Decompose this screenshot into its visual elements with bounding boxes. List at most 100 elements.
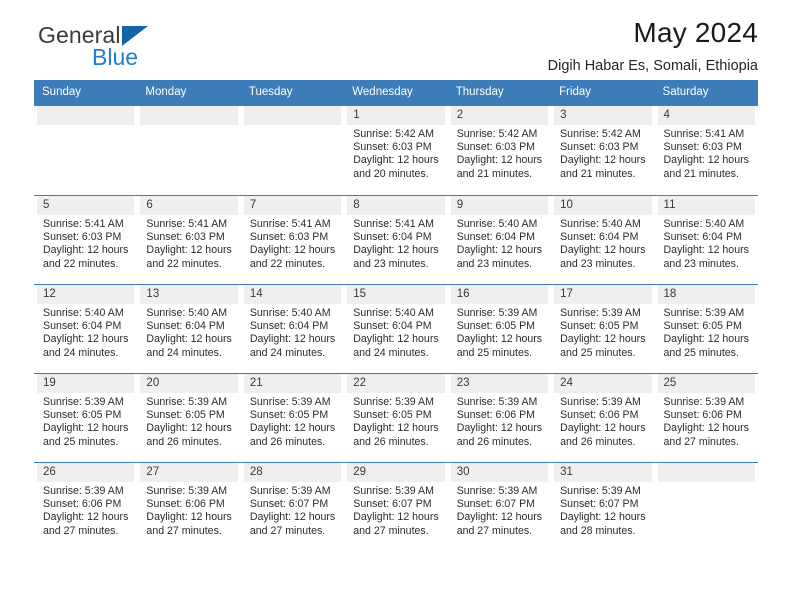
calendar-day-cell[interactable]: 22 Sunrise: 5:39 AM Sunset: 6:05 PM Dayligh… <box>344 373 447 462</box>
daylight-duration-line1: Daylight: 12 hours <box>560 422 646 435</box>
daylight-duration-line1: Daylight: 12 hours <box>560 333 646 346</box>
sunrise-time: Sunrise: 5:39 AM <box>663 306 745 319</box>
sunrise-time: Sunrise: 5:42 AM <box>353 127 434 140</box>
weekday-header-row: Sunday Monday Tuesday Wednesday Thursday… <box>34 80 758 106</box>
calendar-day-cell-empty <box>34 105 137 195</box>
day-number: 4 <box>657 105 755 125</box>
day-number: 30 <box>450 462 549 482</box>
daylight-duration-line2: and 20 minutes. <box>353 167 429 180</box>
calendar-week-row: 1 Sunrise: 5:42 AM Sunset: 6:03 PM Daylight… <box>34 105 758 195</box>
daylight-duration-line1: Daylight: 12 hours <box>353 511 439 524</box>
sunrise-time: Sunrise: 5:39 AM <box>43 395 124 408</box>
calendar-day-cell[interactable]: 12 Sunrise: 5:40 AM Sunset: 6:04 PM Dayligh… <box>34 284 137 373</box>
sunrise-time: Sunrise: 5:40 AM <box>146 306 228 319</box>
calendar-day-cell[interactable]: 23 Sunrise: 5:39 AM Sunset: 6:06 PM Dayligh… <box>448 373 551 462</box>
calendar-day-cell[interactable]: 8 Sunrise: 5:41 AM Sunset: 6:04 PM Daylight… <box>344 195 447 284</box>
day-number: 23 <box>450 373 549 393</box>
daylight-duration-line2: and 23 minutes. <box>560 257 636 270</box>
day-number: 11 <box>657 195 755 215</box>
calendar-day-cell[interactable]: 4 Sunrise: 5:41 AM Sunset: 6:03 PM Daylight… <box>655 105 758 195</box>
sunset-time: Sunset: 6:04 PM <box>560 231 639 244</box>
calendar-day-cell[interactable]: 26 Sunrise: 5:39 AM Sunset: 6:06 PM Dayligh… <box>34 462 137 551</box>
daylight-duration-line1: Daylight: 12 hours <box>560 154 646 167</box>
calendar-day-cell[interactable]: 16 Sunrise: 5:39 AM Sunset: 6:05 PM Dayligh… <box>448 284 551 373</box>
calendar-day-cell[interactable]: 14 Sunrise: 5:40 AM Sunset: 6:04 PM Dayligh… <box>241 284 344 373</box>
calendar-day-cell[interactable]: 11 Sunrise: 5:40 AM Sunset: 6:04 PM Dayligh… <box>655 195 758 284</box>
day-sun-info: Sunrise: 5:41 AM Sunset: 6:03 PM Daylight:… <box>140 215 237 272</box>
calendar-day-cell[interactable]: 28 Sunrise: 5:39 AM Sunset: 6:07 PM Dayligh… <box>241 462 344 551</box>
sunset-time: Sunset: 6:05 PM <box>456 320 536 333</box>
sunset-time: Sunset: 6:05 PM <box>146 409 225 422</box>
daylight-duration-line1: Daylight: 12 hours <box>43 333 129 346</box>
daylight-duration-line2: and 21 minutes. <box>456 167 533 180</box>
calendar-day-cell[interactable]: 29 Sunrise: 5:39 AM Sunset: 6:07 PM Dayligh… <box>344 462 447 551</box>
day-sun-info: Sunrise: 5:39 AM Sunset: 6:05 PM Daylight:… <box>140 393 237 450</box>
calendar-day-cell[interactable]: 24 Sunrise: 5:39 AM Sunset: 6:06 PM Dayligh… <box>551 373 654 462</box>
day-sun-info: Sunrise: 5:40 AM Sunset: 6:04 PM Daylight:… <box>451 215 548 272</box>
calendar-day-cell[interactable]: 9 Sunrise: 5:40 AM Sunset: 6:04 PM Daylight… <box>448 195 551 284</box>
calendar-day-cell[interactable]: 19 Sunrise: 5:39 AM Sunset: 6:05 PM Dayligh… <box>34 373 137 462</box>
daylight-duration-line1: Daylight: 12 hours <box>353 333 439 346</box>
sunset-time: Sunset: 6:06 PM <box>663 409 742 422</box>
calendar-day-cell[interactable]: 20 Sunrise: 5:39 AM Sunset: 6:05 PM Dayligh… <box>137 373 240 462</box>
calendar-day-cell[interactable]: 7 Sunrise: 5:41 AM Sunset: 6:03 PM Daylight… <box>241 195 344 284</box>
day-sun-info: Sunrise: 5:39 AM Sunset: 6:05 PM Daylight:… <box>347 393 444 450</box>
sunrise-time: Sunrise: 5:40 AM <box>353 306 434 319</box>
sunset-time: Sunset: 6:04 PM <box>456 231 536 244</box>
sunset-time: Sunset: 6:06 PM <box>43 498 122 511</box>
sunset-time: Sunset: 6:05 PM <box>663 320 742 333</box>
day-number: 18 <box>657 284 755 304</box>
daylight-duration-line2: and 28 minutes. <box>560 524 636 537</box>
weekday-header-tuesday: Tuesday <box>248 86 293 98</box>
daylight-duration-line2: and 23 minutes. <box>456 257 533 270</box>
daylight-duration-line1: Daylight: 12 hours <box>249 422 336 435</box>
calendar-day-cell[interactable]: 5 Sunrise: 5:41 AM Sunset: 6:03 PM Daylight… <box>34 195 137 284</box>
calendar-day-cell[interactable]: 2 Sunrise: 5:42 AM Sunset: 6:03 PM Daylight… <box>448 105 551 195</box>
sunrise-time: Sunrise: 5:39 AM <box>249 484 331 497</box>
general-blue-logo[interactable]: General Blue <box>34 24 244 72</box>
daylight-duration-line2: and 23 minutes. <box>353 257 429 270</box>
calendar-day-cell[interactable]: 31 Sunrise: 5:39 AM Sunset: 6:07 PM Dayligh… <box>551 462 654 551</box>
day-number: 24 <box>554 373 652 393</box>
weekday-header-thursday: Thursday <box>455 86 504 98</box>
calendar-day-cell[interactable]: 27 Sunrise: 5:39 AM Sunset: 6:06 PM Dayligh… <box>137 462 240 551</box>
sunset-time: Sunset: 6:03 PM <box>43 231 122 244</box>
sunrise-time: Sunrise: 5:39 AM <box>560 395 641 408</box>
day-number: 8 <box>347 195 445 215</box>
sunrise-time: Sunrise: 5:39 AM <box>353 395 434 408</box>
daylight-duration-line1: Daylight: 12 hours <box>456 154 543 167</box>
day-sun-info: Sunrise: 5:40 AM Sunset: 6:04 PM Daylight:… <box>554 215 651 272</box>
day-sun-info: Sunrise: 5:40 AM Sunset: 6:04 PM Daylight:… <box>37 304 134 361</box>
daylight-duration-line1: Daylight: 12 hours <box>249 244 336 257</box>
daylight-duration-line2: and 25 minutes. <box>560 346 636 359</box>
calendar-day-cell[interactable]: 21 Sunrise: 5:39 AM Sunset: 6:05 PM Dayligh… <box>241 373 344 462</box>
sunset-time: Sunset: 6:03 PM <box>353 141 432 154</box>
day-sun-info: Sunrise: 5:42 AM Sunset: 6:03 PM Daylight:… <box>347 125 444 182</box>
calendar-day-cell[interactable]: 3 Sunrise: 5:42 AM Sunset: 6:03 PM Daylight… <box>551 105 654 195</box>
day-number: 16 <box>450 284 549 304</box>
day-sun-info: Sunrise: 5:39 AM Sunset: 6:05 PM Daylight:… <box>244 393 341 450</box>
sunset-time: Sunset: 6:04 PM <box>353 231 432 244</box>
sunset-time: Sunset: 6:03 PM <box>146 231 225 244</box>
day-number <box>657 462 755 482</box>
calendar-day-cell[interactable]: 30 Sunrise: 5:39 AM Sunset: 6:07 PM Dayligh… <box>448 462 551 551</box>
logo-triangle-icon <box>122 26 148 46</box>
calendar-day-cell[interactable]: 13 Sunrise: 5:40 AM Sunset: 6:04 PM Dayligh… <box>137 284 240 373</box>
day-number: 9 <box>450 195 549 215</box>
calendar-day-cell-empty <box>655 462 758 551</box>
calendar-day-cell[interactable]: 15 Sunrise: 5:40 AM Sunset: 6:04 PM Dayligh… <box>344 284 447 373</box>
daylight-duration-line1: Daylight: 12 hours <box>560 511 646 524</box>
calendar-day-cell[interactable]: 25 Sunrise: 5:39 AM Sunset: 6:06 PM Dayligh… <box>655 373 758 462</box>
calendar-day-cell[interactable]: 6 Sunrise: 5:41 AM Sunset: 6:03 PM Daylight… <box>137 195 240 284</box>
calendar-week-row: 26 Sunrise: 5:39 AM Sunset: 6:06 PM Dayligh… <box>34 461 758 551</box>
daylight-duration-line1: Daylight: 12 hours <box>249 511 336 524</box>
daylight-duration-line1: Daylight: 12 hours <box>146 511 232 524</box>
sunrise-time: Sunrise: 5:39 AM <box>560 484 641 497</box>
sunset-time: Sunset: 6:05 PM <box>43 409 122 422</box>
calendar-day-cell[interactable]: 10 Sunrise: 5:40 AM Sunset: 6:04 PM Dayligh… <box>551 195 654 284</box>
calendar-day-cell[interactable]: 17 Sunrise: 5:39 AM Sunset: 6:05 PM Dayligh… <box>551 284 654 373</box>
day-sun-info: Sunrise: 5:39 AM Sunset: 6:06 PM Daylight:… <box>451 393 548 450</box>
sunrise-time: Sunrise: 5:41 AM <box>43 217 124 230</box>
calendar-day-cell[interactable]: 18 Sunrise: 5:39 AM Sunset: 6:05 PM Dayligh… <box>655 284 758 373</box>
calendar-day-cell[interactable]: 1 Sunrise: 5:42 AM Sunset: 6:03 PM Daylight… <box>344 105 447 195</box>
